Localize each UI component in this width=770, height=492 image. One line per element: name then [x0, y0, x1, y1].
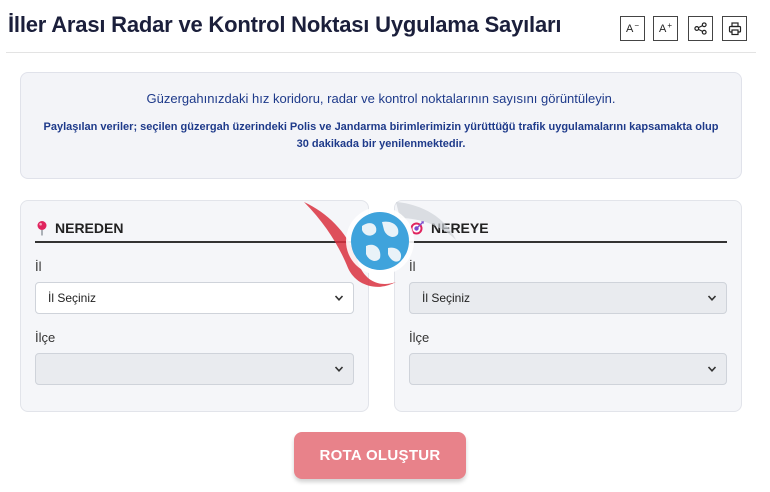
info-sub-text: Paylaşılan veriler; seçilen güzergah üze… [43, 121, 719, 150]
printer-icon [728, 21, 741, 35]
font-decrease-button[interactable]: A − [620, 16, 645, 41]
from-il-select[interactable]: İl Seçiniz [35, 282, 354, 314]
from-il-label: İl [35, 259, 42, 274]
from-panel: NEREDEN İl İl Seçiniz İlçe [20, 200, 369, 412]
to-panel: NEREYE İl İl Seçiniz İlçe [394, 200, 742, 412]
share-icon [694, 22, 707, 35]
chevron-down-icon [707, 295, 717, 301]
chevron-down-icon [707, 366, 717, 372]
target-icon [410, 221, 424, 235]
font-increase-label: A [658, 22, 667, 35]
to-il-label: İl [409, 259, 416, 274]
to-il-select[interactable]: İl Seçiniz [409, 282, 727, 314]
from-ilce-select[interactable] [35, 353, 354, 385]
to-panel-title: NEREYE [431, 220, 489, 236]
from-ilce-label: İlçe [35, 330, 56, 345]
info-box: Güzergahınızdaki hız koridoru, radar ve … [20, 72, 742, 179]
font-decrease-sup: − [634, 21, 639, 30]
to-panel-header: NEREYE [409, 215, 727, 243]
from-panel-title: NEREDEN [55, 220, 124, 236]
font-increase-button[interactable]: A + [653, 16, 678, 41]
to-il-value: İl Seçiniz [422, 291, 471, 305]
header-divider [6, 52, 756, 53]
print-button[interactable] [722, 16, 747, 41]
page-title: İller Arası Radar ve Kontrol Noktası Uyg… [8, 12, 562, 37]
chevron-down-icon [334, 295, 344, 301]
chevron-down-icon [334, 366, 344, 372]
share-button[interactable] [688, 16, 713, 41]
to-ilce-label: İlçe [409, 330, 430, 345]
font-decrease-label: A [625, 22, 634, 35]
from-il-value: İl Seçiniz [48, 291, 97, 305]
from-panel-header: NEREDEN [35, 215, 354, 243]
info-main-text: Güzergahınızdaki hız koridoru, radar ve … [146, 91, 616, 106]
to-ilce-select[interactable] [409, 353, 727, 385]
map-pin-icon [37, 221, 47, 236]
page-header: İller Arası Radar ve Kontrol Noktası Uyg… [0, 0, 770, 54]
font-increase-sup: + [667, 21, 672, 30]
create-route-button[interactable]: ROTA OLUŞTUR [294, 432, 466, 479]
